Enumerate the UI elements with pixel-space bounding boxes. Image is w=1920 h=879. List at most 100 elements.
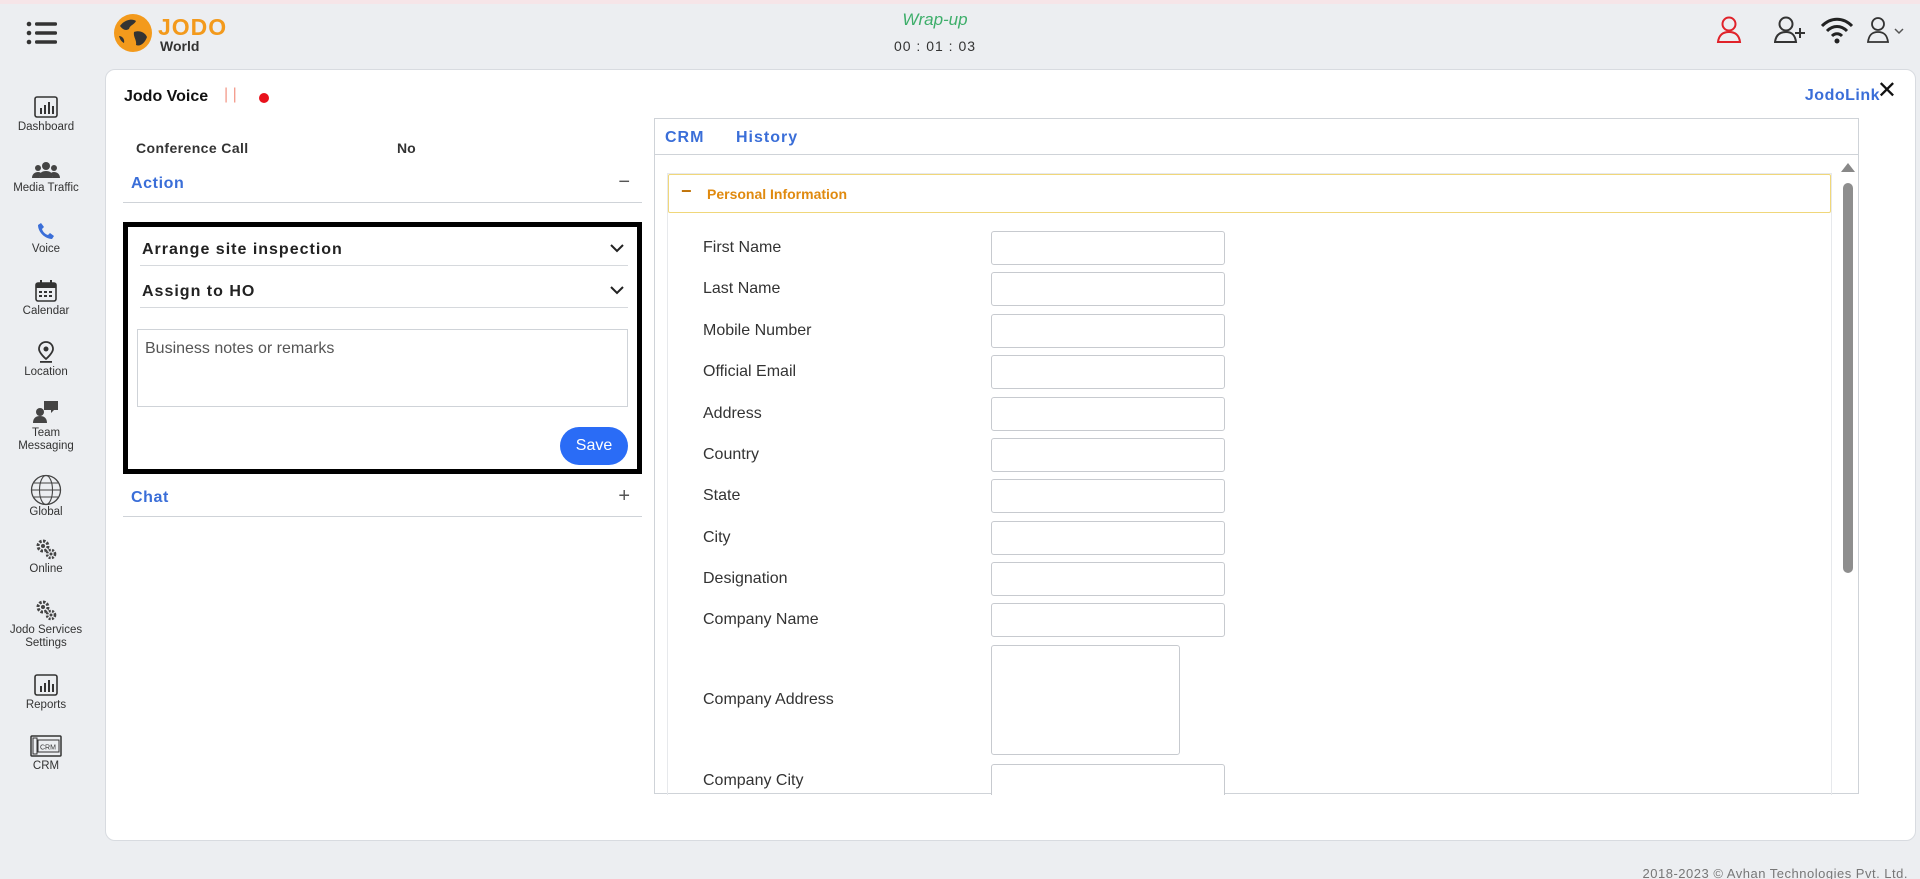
copyright-footer: 2018-2023 © Avhan Technologies Pvt. Ltd. [1642,866,1908,879]
brand-primary: JODO [158,14,228,40]
sidebar-item-dashboard[interactable]: Dashboard [0,94,92,134]
personal-information-header[interactable]: − Personal Information [668,174,1831,213]
action-assign-select[interactable]: Assign to HO [140,274,628,308]
state-field[interactable] [991,479,1225,513]
scroll-up-arrow-icon[interactable] [1841,163,1855,172]
first-name-field[interactable] [991,231,1225,265]
sidebar-item-crm[interactable]: CRM CRM [0,733,92,773]
conference-call-value: No [397,140,416,156]
sidebar-item-calendar[interactable]: Calendar [0,278,92,318]
field-label: Mobile Number [703,322,812,339]
conference-call-label: Conference Call [136,140,249,156]
recording-indicator-icon [259,93,269,103]
sidebar-item-label: Jodo Services Settings [9,624,83,649]
field-label: Designation [703,570,788,587]
action-disposition-select[interactable]: Arrange site inspection [140,232,628,266]
panel-title: Jodo Voice [124,88,209,105]
field-label: First Name [703,239,782,256]
field-label: Last Name [703,280,781,297]
action-assign-value: Assign to HO [142,283,256,300]
field-label: Official Email [703,363,797,380]
sidebar-item-jodo-services-settings[interactable]: Jodo Services Settings [0,597,92,650]
action-accordion-header[interactable]: Action − [123,169,642,203]
wifi-icon[interactable] [1820,16,1854,49]
panel-title-separator: | | [224,86,237,103]
globe-icon [30,474,62,506]
expand-icon[interactable]: + [618,485,630,508]
action-title: Action [131,175,185,192]
dashboard-icon [34,96,58,118]
business-notes-field[interactable] [137,329,628,407]
collapse-icon[interactable]: − [618,171,630,194]
sidebar-item-global[interactable]: Global [0,474,92,519]
sidebar-item-reports[interactable]: Reports [0,672,92,712]
last-name-field[interactable] [991,272,1225,306]
section-title: Personal Information [707,186,848,202]
scrollbar-thumb[interactable] [1843,183,1853,573]
sidebar-item-voice[interactable]: Voice [0,216,92,256]
field-label: Company Address [703,691,834,708]
save-button[interactable]: Save [560,427,628,465]
jodolink-link[interactable]: JodoLink [1805,87,1880,105]
jodo-world-logo: JODO World [112,10,242,54]
gears-icon [36,539,57,560]
crm-scrollbar[interactable] [1838,161,1858,795]
calendar-icon [35,280,57,302]
field-label: City [703,529,731,546]
city-field[interactable] [991,521,1225,555]
agent-status-user-icon[interactable] [1716,16,1742,49]
sidebar-item-location[interactable]: Location [0,339,92,379]
sidebar-item-team-messaging[interactable]: Team Messaging [0,400,92,453]
collapse-icon[interactable]: − [681,181,692,202]
crm-tabs: CRM History [655,119,1858,155]
sidebar-item-label: Location [24,366,68,378]
reports-icon [34,674,58,696]
svg-text:CRM: CRM [40,745,56,752]
crm-panel: CRM History − Personal Information First… [654,118,1859,795]
sidebar-item-label: Reports [25,699,67,711]
official-email-field[interactable] [991,355,1225,389]
sidebar-item-label: Global [29,506,63,518]
hamburger-menu-icon[interactable] [26,20,60,46]
personal-information-section: − Personal Information First Name Last N… [667,173,1832,795]
sidebar-item-label: Team Messaging [18,427,74,452]
phone-icon [38,223,54,239]
sidebar-item-label: Dashboard [17,121,75,133]
mobile-number-field[interactable] [991,314,1225,348]
sidebar-item-label: Voice [31,243,61,255]
field-label: Country [703,446,760,463]
user-profile-icon[interactable] [1866,16,1906,49]
call-state: Wrap-up [902,10,968,29]
sidebar-item-media-traffic[interactable]: Media Traffic [0,155,92,195]
action-form: Arrange site inspection Assign to HO Sav… [123,222,642,474]
field-label: Company Name [703,611,819,628]
sidebar-item-label: Calendar [22,305,70,317]
chevron-down-icon [610,286,624,295]
globe-logo-icon [114,14,152,52]
call-timer: 00 : 01 : 03 [893,38,977,54]
field-label: Address [703,405,762,422]
location-pin-icon [38,341,54,363]
company-name-field[interactable] [991,603,1225,637]
action-disposition-value: Arrange site inspection [142,241,343,258]
jodo-voice-card: ✕ Jodo Voice | | JodoLink Conference Cal… [105,69,1916,841]
address-field[interactable] [991,397,1225,431]
country-field[interactable] [991,438,1225,472]
field-label: Company City [703,772,804,789]
users-icon [32,162,60,178]
tab-crm[interactable]: CRM [665,129,704,147]
sidebar-item-label: Media Traffic [13,182,79,194]
crm-icon: CRM [30,735,62,757]
sidebar-item-label: CRM [32,760,60,772]
add-user-icon[interactable] [1773,16,1806,49]
team-chat-icon [33,401,58,423]
sidebar-item-label: Online [29,563,63,575]
sidebar-item-online[interactable]: Online [0,536,92,576]
settings-gears-icon [36,600,57,621]
designation-field[interactable] [991,562,1225,596]
top-bar: JODO World Wrap-up 00 : 01 : 03 [0,4,1920,62]
tab-history[interactable]: History [736,129,798,147]
chat-accordion-header[interactable]: Chat + [123,483,642,517]
company-address-field[interactable] [991,645,1180,755]
company-city-field[interactable] [991,764,1225,795]
